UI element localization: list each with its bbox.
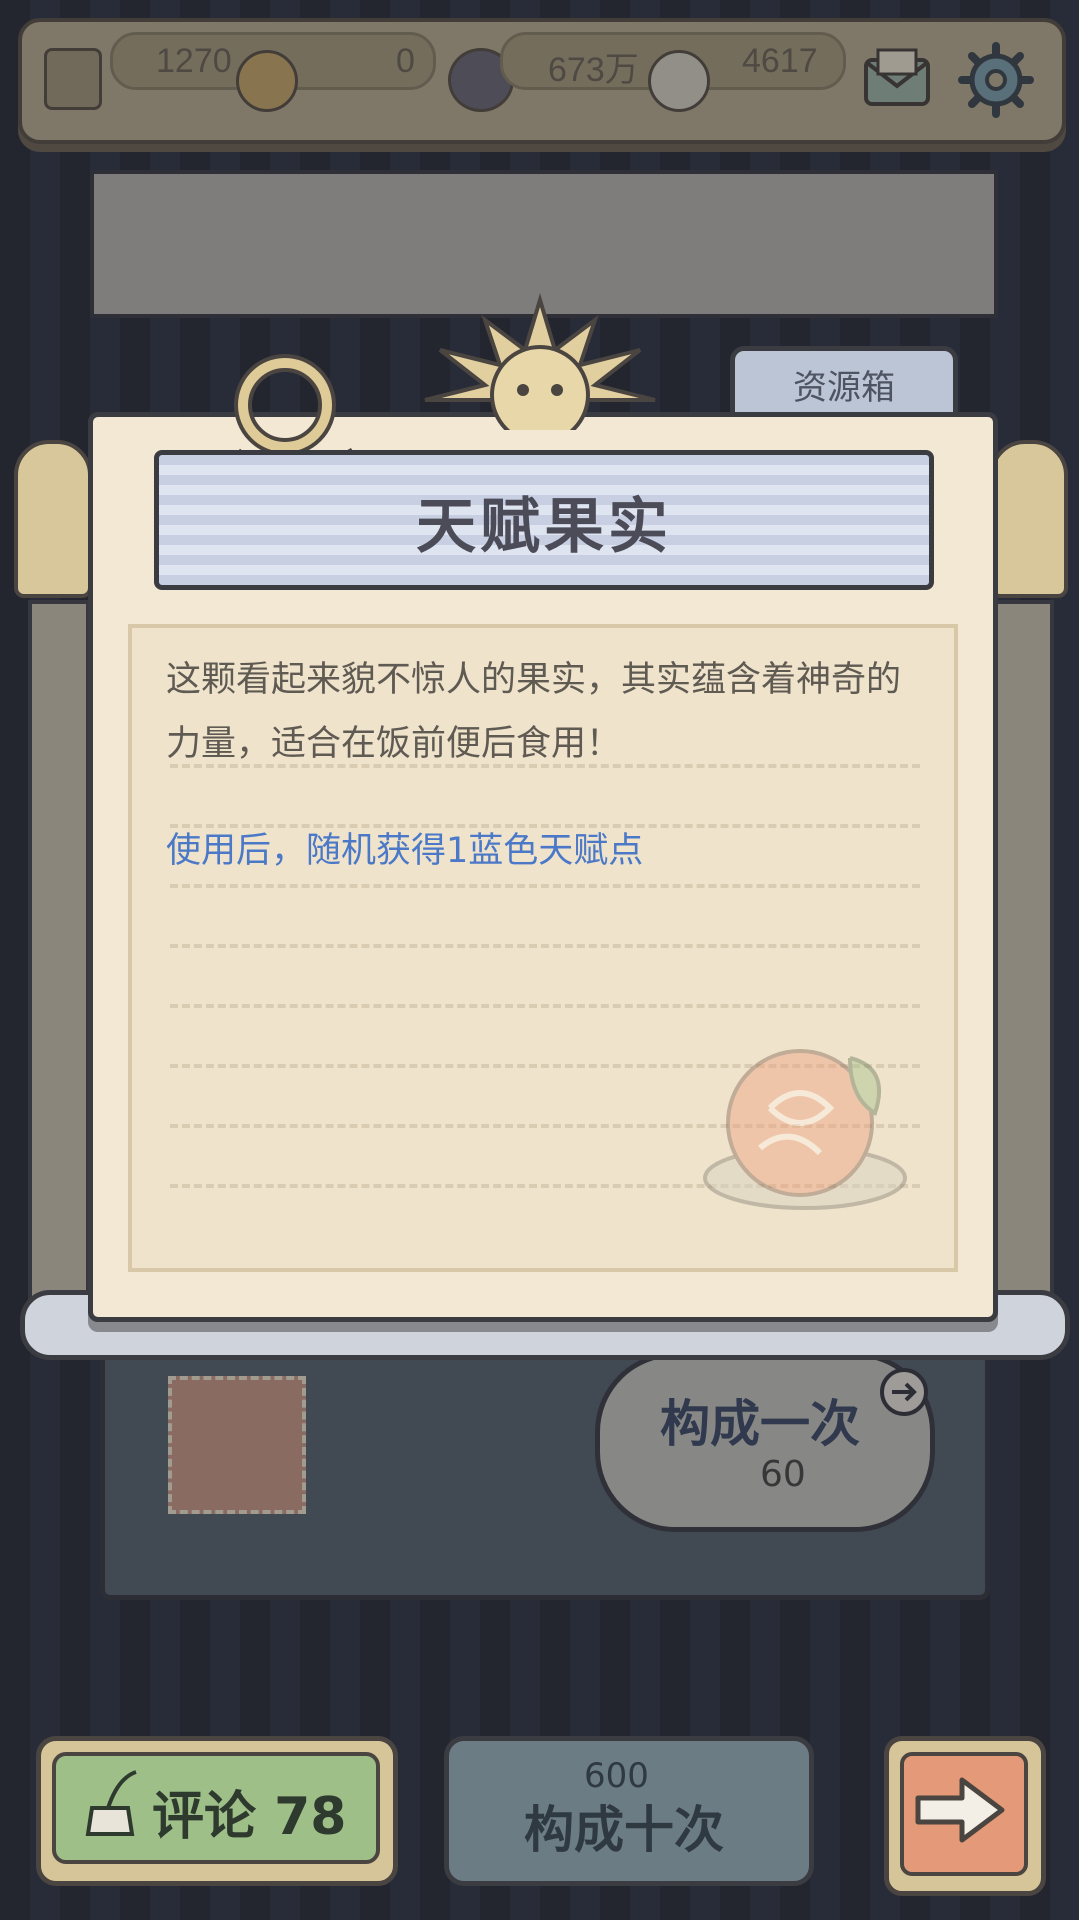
comment-label: 评论 78 [152, 1787, 347, 1847]
item-effect: 使用后，随机获得1蓝色天赋点 [166, 831, 644, 871]
item-description: 这颗看起来貌不惊人的果实，其实蕴含着神奇的力量，适合在饭前便后食用！ [166, 660, 902, 764]
left-statue [14, 440, 92, 598]
modal-title: 天赋果实 [416, 492, 672, 562]
talent-fruit-icon [703, 1049, 907, 1210]
arrow-right-icon [915, 1777, 1005, 1843]
sun-ornament-icon [424, 293, 656, 430]
right-statue [990, 440, 1068, 598]
inkwell-icon [85, 1770, 137, 1836]
build-ten-label: 构成十次 [524, 1801, 724, 1859]
